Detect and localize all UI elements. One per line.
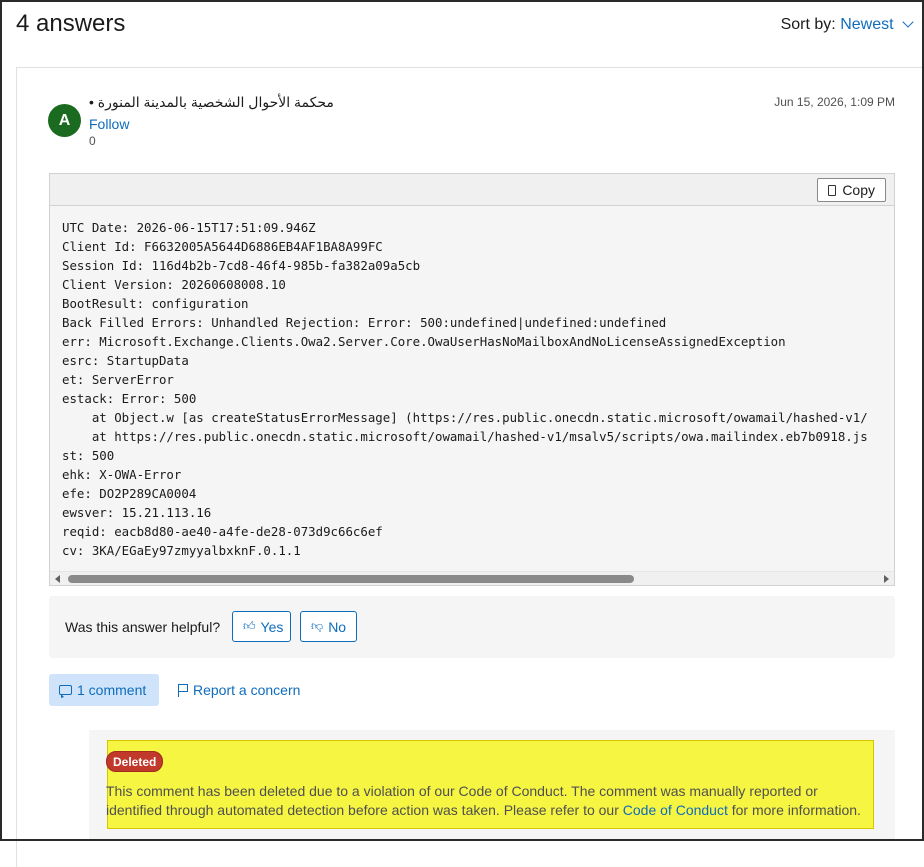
helpful-question: Was this answer helpful?	[65, 619, 221, 635]
sort-label: Sort by:	[780, 16, 836, 33]
no-label: No	[328, 618, 347, 635]
report-concern-link[interactable]: Report a concern	[178, 682, 300, 698]
avatar[interactable]: A	[48, 104, 81, 137]
answers-heading: 4 answers	[16, 10, 126, 37]
deleted-comment-text: This comment has been deleted due to a v…	[106, 782, 876, 820]
answer-date: Jun 15, 2026, 1:09 PM	[774, 95, 895, 109]
sort-value[interactable]: Newest	[840, 16, 893, 33]
flag-icon	[178, 683, 188, 697]
copy-icon	[828, 184, 837, 196]
scrollbar-thumb[interactable]	[68, 575, 634, 583]
thumbs-down-icon: 👎︎	[311, 619, 324, 633]
comments-button[interactable]: 1 comment	[49, 674, 159, 706]
follow-link[interactable]: Follow	[89, 116, 129, 132]
deleted-text-after: for more information.	[727, 802, 861, 818]
yes-label: Yes	[260, 618, 284, 635]
code-block-header: Copy	[50, 174, 894, 206]
deleted-badge: Deleted	[106, 751, 164, 772]
scroll-left-arrow-icon[interactable]	[55, 575, 60, 583]
no-button[interactable]: 👎︎ No	[300, 611, 357, 642]
scroll-right-arrow-icon[interactable]	[884, 575, 889, 583]
reputation-points: 0	[89, 134, 96, 148]
code-content: UTC Date: 2026-06-15T17:51:09.946Z Clien…	[62, 218, 894, 560]
thumbs-up-icon: 👍︎	[243, 619, 256, 633]
code-text: UTC Date: 2026-06-15T17:51:09.946Z Clien…	[62, 220, 868, 558]
comments-label: 1 comment	[77, 682, 147, 698]
comment-bubble-icon	[59, 685, 72, 698]
sort-dropdown[interactable]: Sort by: Newest	[780, 16, 914, 34]
yes-button[interactable]: 👍︎ Yes	[232, 611, 291, 642]
report-label: Report a concern	[193, 682, 301, 698]
helpful-panel: Was this answer helpful? 👍︎ Yes 👎︎ No	[49, 596, 895, 658]
horizontal-scrollbar[interactable]	[50, 571, 894, 585]
code-of-conduct-link[interactable]: Code of Conduct	[623, 802, 728, 818]
code-block: Copy UTC Date: 2026-06-15T17:51:09.946Z …	[49, 173, 895, 586]
copy-button-label: Copy	[842, 182, 875, 198]
author-name[interactable]: محكمة الأحوال الشخصية بالمدينة المنورة •	[89, 94, 334, 111]
chevron-down-icon	[902, 16, 914, 28]
copy-button[interactable]: Copy	[817, 178, 886, 202]
